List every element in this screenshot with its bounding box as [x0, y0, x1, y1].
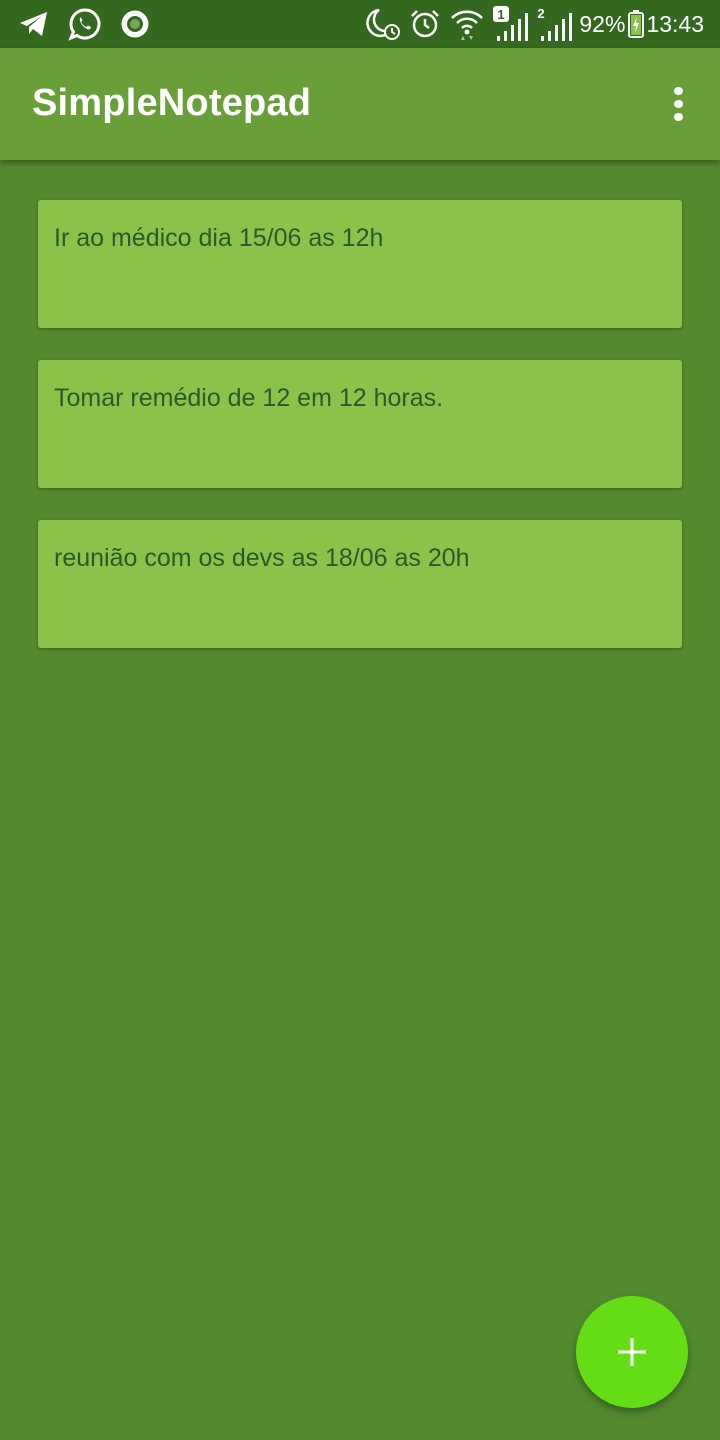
- note-text: reunião com os devs as 18/06 as 20h: [54, 544, 470, 572]
- notes-list: Ir ao médico dia 15/06 as 12h Tomar remé…: [38, 200, 682, 680]
- note-card[interactable]: Ir ao médico dia 15/06 as 12h: [38, 200, 682, 328]
- app-screen: 1 2 92% 13:43 SimpleNotepad Ir ao médico…: [0, 0, 720, 1440]
- note-text: Tomar remédio de 12 em 12 horas.: [54, 384, 444, 412]
- note-card[interactable]: Tomar remédio de 12 em 12 horas.: [38, 360, 682, 488]
- do-not-disturb-moon-icon: [365, 7, 401, 41]
- menu-dot: [673, 86, 683, 95]
- battery-charging-icon: [628, 10, 645, 38]
- signal-sim2-icon: 2: [537, 6, 573, 42]
- system-status-icons: 1 2 92% 13:43: [357, 6, 704, 42]
- plus-icon: [616, 1336, 648, 1368]
- status-clock: 13:43: [646, 10, 704, 37]
- sim2-label: 2: [538, 6, 545, 21]
- note-card[interactable]: reunião com os devs as 18/06 as 20h: [38, 520, 682, 648]
- record-icon: [120, 9, 150, 39]
- menu-dot: [673, 113, 683, 122]
- status-bar: 1 2 92% 13:43: [0, 0, 720, 48]
- add-note-button[interactable]: [576, 1296, 688, 1408]
- app-bar: SimpleNotepad: [0, 48, 720, 160]
- menu-dot: [673, 99, 683, 109]
- alarm-clock-icon: [409, 8, 441, 40]
- wifi-icon: [449, 7, 485, 41]
- battery-percent: 92%: [579, 10, 626, 37]
- app-title: SimpleNotepad: [32, 82, 312, 124]
- telegram-icon: [18, 10, 50, 38]
- note-text: Ir ao médico dia 15/06 as 12h: [54, 224, 384, 252]
- whatsapp-icon: [68, 7, 102, 41]
- more-vertical-icon[interactable]: [658, 84, 698, 124]
- sim1-label: 1: [498, 7, 505, 22]
- signal-sim1-icon: 1: [493, 6, 529, 42]
- notification-icons: [18, 7, 168, 41]
